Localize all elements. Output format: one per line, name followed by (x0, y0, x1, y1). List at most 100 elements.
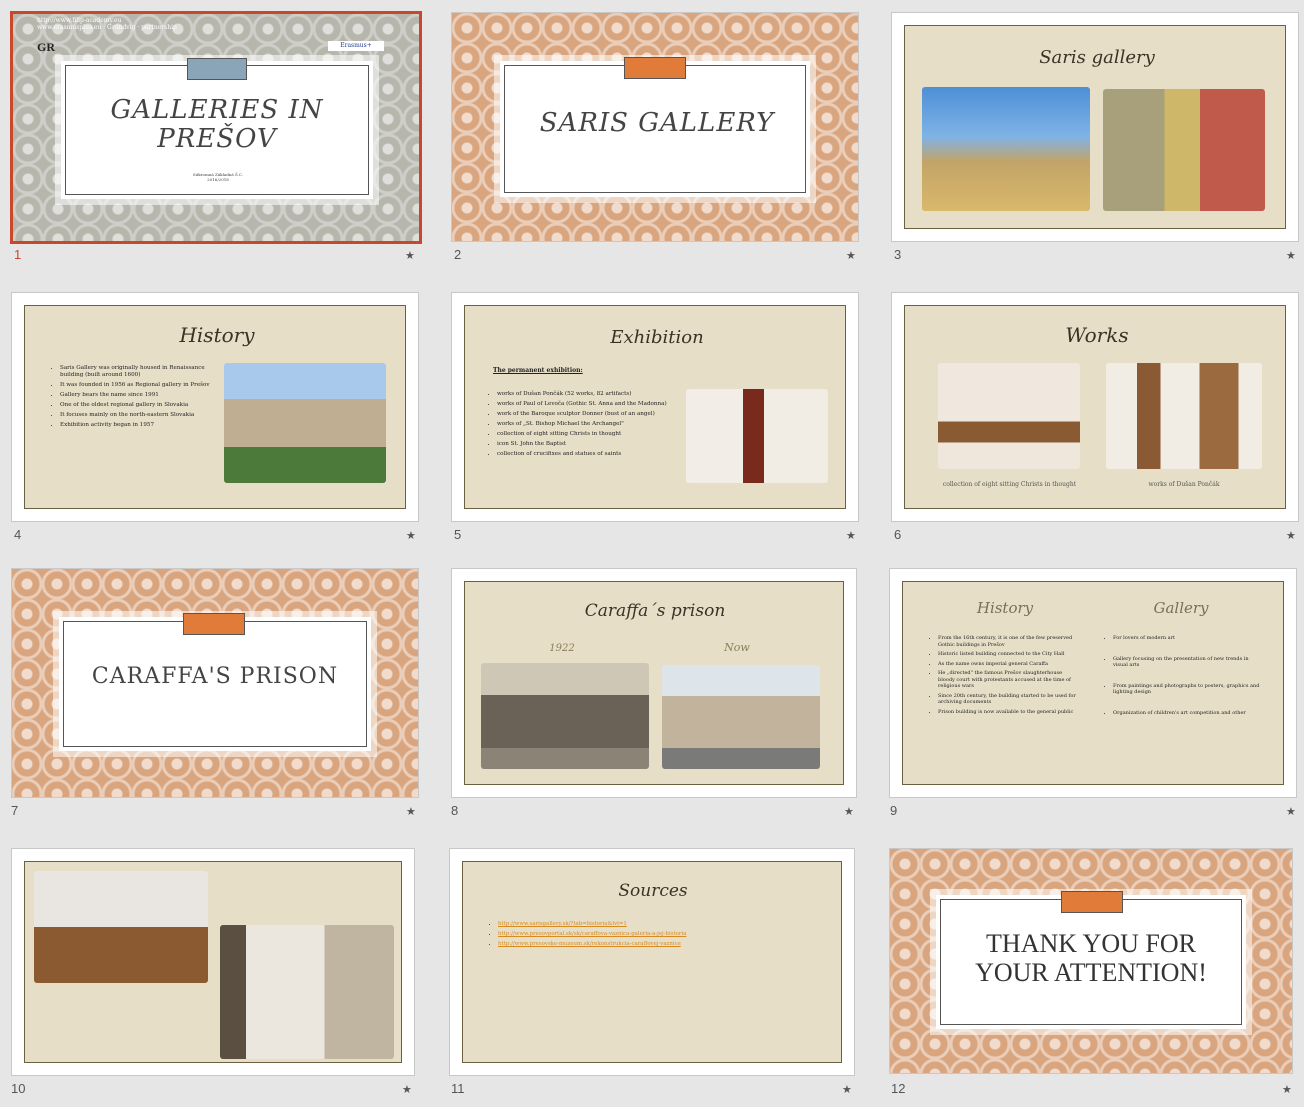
logo: GR (37, 40, 55, 54)
list-item: Prison building is now available to the … (938, 709, 1078, 716)
star-icon[interactable]: ★ (406, 805, 416, 818)
header-text: http://www.filip-academy.eu www.erasmusp… (37, 17, 177, 31)
slide-title: History (179, 323, 255, 347)
star-icon[interactable]: ★ (406, 529, 416, 542)
star-icon[interactable]: ★ (1286, 805, 1296, 818)
slide-thumbnail-10[interactable] (11, 848, 415, 1076)
list-item: Since 20th century, the building started… (938, 693, 1078, 706)
slide-number-5: 5 (454, 527, 462, 542)
label-1922: 1922 (549, 643, 575, 654)
star-icon[interactable]: ★ (842, 1083, 852, 1096)
list-item: collection of eight sitting Christs in t… (497, 431, 697, 438)
exhibition-room-photo (686, 389, 828, 483)
slide-number-1: 1 (14, 247, 22, 262)
list-item: One of the oldest regional gallery in Sl… (60, 402, 210, 409)
slide-number-10: 10 (11, 1081, 26, 1096)
slide-title: Sources (618, 881, 688, 901)
slide-number-2: 2 (454, 247, 462, 262)
title-tab (183, 613, 245, 635)
slide-thumbnail-9[interactable]: History Gallery From the 16th century, i… (889, 568, 1297, 798)
slide-thumbnail-12[interactable]: THANK YOU FOR YOUR ATTENTION! (889, 848, 1293, 1074)
sculptures-room-photo (938, 363, 1080, 469)
source-link[interactable]: http://www.presovportal.sk/sk/caraffova-… (498, 931, 738, 938)
slide-title: THANK YOU FOR YOUR ATTENTION! (975, 929, 1207, 987)
slide-thumbnail-4[interactable]: History Saris Gallery was originally hou… (11, 292, 419, 522)
slide-number-7: 7 (11, 803, 19, 818)
star-icon[interactable]: ★ (1282, 1083, 1292, 1096)
source-link-text[interactable]: http://www.sarisgallery.sk/?tab=historia… (498, 921, 627, 927)
source-link-text[interactable]: http://www.presovportal.sk/sk/caraffova-… (498, 931, 686, 937)
prison-1922-photo (481, 663, 649, 769)
list-item: collection of crucifixes and statues of … (497, 451, 697, 458)
title-tab (1061, 891, 1123, 913)
header-line-2: www.erasmusplus.eu · Grundvig · partners… (37, 24, 177, 31)
statues-photo (1106, 363, 1262, 469)
source-link[interactable]: http://www.sarisgallery.sk/?tab=historia… (498, 921, 738, 928)
slide-title: GALLERIES IN PREŠOV (110, 95, 324, 154)
list-item: For lovers of modern art (1113, 635, 1263, 642)
subtitle-line-2: 2016/2018 (207, 177, 229, 182)
sources-list: http://www.sarisgallery.sk/?tab=historia… (490, 921, 738, 951)
slide-title: Works (1065, 323, 1129, 347)
photo-caption-right: works of Dušan Pončák (1148, 481, 1220, 488)
list-item: From paintings and photographs to poster… (1113, 683, 1263, 696)
prison-corridor-photo (34, 871, 208, 983)
list-item: It was founded in 1956 as Regional galle… (60, 382, 210, 389)
slide-number-4: 4 (14, 527, 22, 542)
prison-now-photo (662, 665, 820, 769)
list-item: works of „St. Bishop Michael the Archang… (497, 421, 697, 428)
slide-thumbnail-7[interactable]: CARAFFA'S PRISON (11, 568, 419, 798)
list-item: Gallery focusing on the presentation of … (1113, 656, 1263, 669)
slide-thumbnail-8[interactable]: Caraffa´s prison 1922 Now (451, 568, 857, 798)
history-bullet-list: From the 16th century, it is one of the … (930, 635, 1078, 718)
title-tab (187, 58, 247, 80)
gallery-bullet-list: For lovers of modern art Gallery focusin… (1105, 635, 1263, 719)
list-item: It focuses mainly on the north-eastern S… (60, 412, 210, 419)
list-item: Historic listed building connected to th… (938, 651, 1078, 658)
gallery-street-photo (1103, 89, 1265, 211)
slide-thumbnail-2[interactable]: SARIS GALLERY (451, 12, 859, 242)
list-item: As the name owns imperial general Caraff… (938, 661, 1078, 668)
star-icon[interactable]: ★ (402, 1083, 412, 1096)
star-icon[interactable]: ★ (846, 529, 856, 542)
slide-number-6: 6 (894, 527, 902, 542)
bullet-list: works of Dušan Pončák (52 works, 82 arti… (489, 391, 697, 461)
star-icon[interactable]: ★ (844, 805, 854, 818)
list-item: work of the Baroque sculptor Donner (bus… (497, 411, 697, 418)
star-icon[interactable]: ★ (405, 249, 415, 262)
slide-title: CARAFFA'S PRISON (91, 664, 339, 689)
slide-thumbnail-1[interactable]: http://www.filip-academy.eu www.erasmusp… (10, 11, 422, 244)
star-icon[interactable]: ★ (846, 249, 856, 262)
slide-number-9: 9 (890, 803, 898, 818)
list-item: Saris Gallery was originally housed in R… (60, 365, 210, 379)
list-item: He „directed" the famous Prešov slaughte… (938, 670, 1078, 690)
exhibition-hall-photo (220, 925, 394, 1059)
source-link[interactable]: http://www.presovske-muzeum.sk/rekonstru… (498, 941, 738, 948)
heading-gallery: Gallery (1153, 599, 1209, 617)
source-link-text[interactable]: http://www.presovske-muzeum.sk/rekonstru… (498, 941, 681, 947)
street-photo (224, 363, 386, 483)
heading-history: History (976, 599, 1034, 617)
erasmus-badge: Erasmus+ (328, 41, 384, 51)
slide-number-12: 12 (891, 1081, 906, 1096)
list-item: Gallery bears the name since 1991 (60, 392, 210, 399)
list-item: Organization of children's art competiti… (1113, 710, 1263, 717)
slide-thumbnail-5[interactable]: Exhibition The permanent exhibition: wor… (451, 292, 859, 522)
photo-caption-left: collection of eight sitting Christs in t… (942, 481, 1077, 488)
slide-thumbnail-3[interactable]: Saris gallery (891, 12, 1299, 242)
star-icon[interactable]: ★ (1286, 249, 1296, 262)
slide-thumbnail-11[interactable]: Sources http://www.sarisgallery.sk/?tab=… (449, 848, 855, 1076)
slide-title: Exhibition (610, 327, 704, 348)
slide-number-8: 8 (451, 803, 459, 818)
label-now: Now (724, 641, 750, 654)
list-item: Exhibition activity began in 1957 (60, 422, 210, 429)
list-item: works of Dušan Pončák (52 works, 82 arti… (497, 391, 697, 398)
title-tab (624, 57, 686, 79)
gallery-building-photo (922, 87, 1090, 211)
slide-thumbnail-6[interactable]: Works collection of eight sitting Christ… (891, 292, 1299, 522)
star-icon[interactable]: ★ (1286, 529, 1296, 542)
slide-title: SARIS GALLERY (539, 108, 775, 138)
slide-number-3: 3 (894, 247, 902, 262)
slide-subtitle: Súkromná Základná Š.C. 2016/2018 (163, 172, 273, 182)
list-item: icon St. John the Baptist (497, 441, 697, 448)
